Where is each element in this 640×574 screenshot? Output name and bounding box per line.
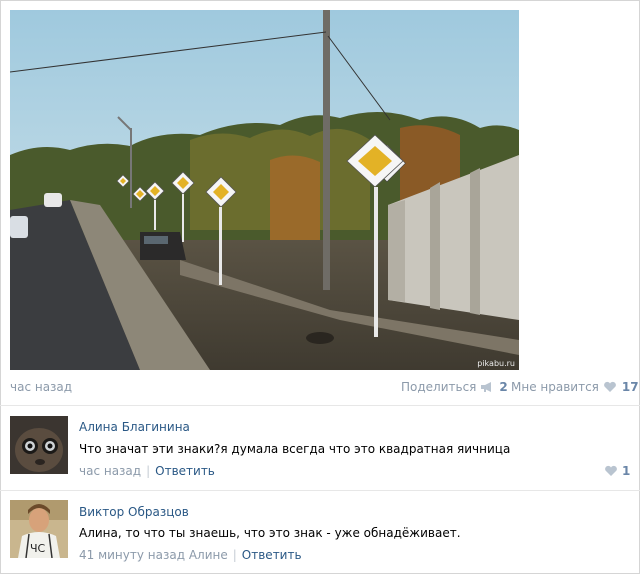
share-count: 2 [499, 380, 508, 394]
meta-separator: | [232, 548, 237, 562]
comment-meta: 41 минуту назад Алине | Ответить [79, 548, 302, 562]
avatar[interactable]: ЧС [10, 500, 68, 558]
comment-like-count: 1 [622, 464, 631, 478]
like-button[interactable]: Мне нравится 17 [511, 380, 639, 394]
reply-button[interactable]: Ответить [155, 464, 215, 478]
avatar[interactable] [10, 416, 68, 474]
like-label: Мне нравится [511, 380, 599, 394]
comment-time[interactable]: час назад [79, 464, 141, 478]
comment-text: Алина, то что ты знаешь, что это знак - … [79, 526, 461, 540]
photo-watermark: pikabu.ru [477, 359, 515, 368]
comment-time[interactable]: 41 минуту назад Алине [79, 548, 228, 562]
road-signs-photo [10, 10, 519, 370]
megaphone-icon [480, 381, 494, 393]
share-label: Поделиться [401, 380, 477, 394]
comment-like-button[interactable]: 1 [604, 464, 630, 478]
post-photo[interactable]: pikabu.ru [10, 10, 519, 370]
like-count: 17 [621, 380, 639, 394]
comment-author[interactable]: Виктор Образцов [79, 505, 189, 519]
meta-separator: | [146, 464, 151, 478]
post-divider [0, 405, 640, 406]
share-button[interactable]: Поделиться 2 [401, 380, 508, 394]
post-timestamp[interactable]: час назад [10, 380, 72, 394]
heart-icon [604, 465, 618, 477]
reply-button[interactable]: Ответить [242, 548, 302, 562]
avatar-shirt-lettering: ЧС [30, 542, 46, 555]
comment-divider [0, 490, 640, 491]
heart-icon [603, 381, 617, 393]
comment-author[interactable]: Алина Благинина [79, 420, 190, 434]
comment-text: Что значат эти знаки?я думала всегда что… [79, 442, 511, 456]
comment-meta: час назад | Ответить [79, 464, 215, 478]
